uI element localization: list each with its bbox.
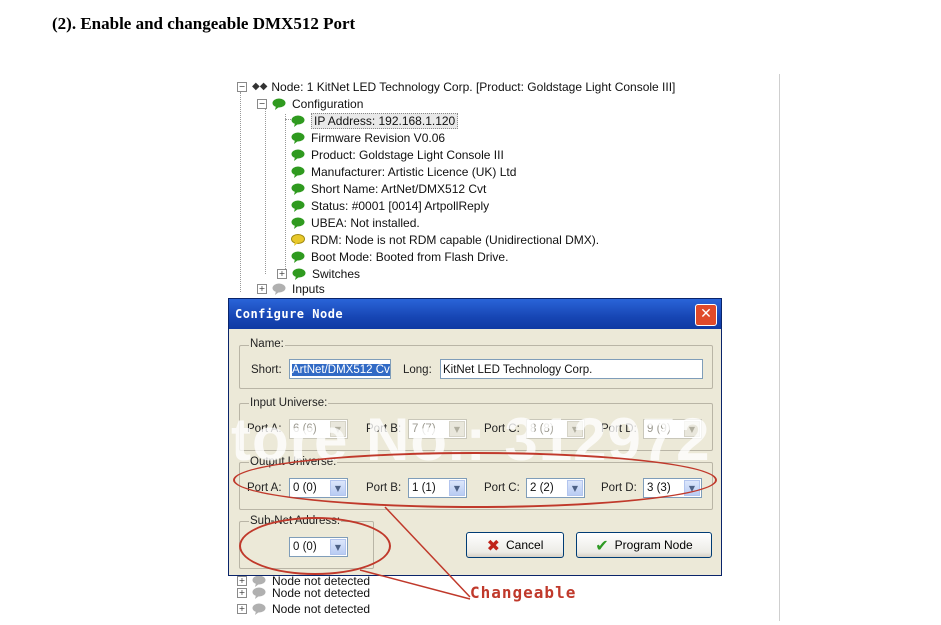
dialog-titlebar[interactable]: Configure Node ✕ [229,299,721,329]
tree-config-item-label: Product: Goldstage Light Console III [311,147,504,162]
dialog-title: Configure Node [235,307,344,321]
tree-config-item-label: Boot Mode: Booted from Flash Drive. [311,249,509,264]
green-bubble-icon [291,217,305,229]
grey-bubble-icon [272,283,286,295]
expand-icon[interactable]: + [237,603,247,614]
tree-configuration-label: Configuration [292,96,364,111]
tree-config-item-label: Status: #0001 [0014] ArtpollReply [311,198,490,213]
green-bubble-icon [291,149,305,161]
green-bubble-icon [291,132,305,144]
subnet-highlight-oval [239,517,391,575]
expand-icon[interactable]: + [237,587,247,598]
tree-config-item-label: Short Name: ArtNet/DMX512 Cvt [311,181,487,196]
tree-node-row[interactable]: − ◆◆ Node: 1 KitNet LED Technology Corp.… [237,78,675,95]
grey-bubble-icon [252,587,266,599]
tree-config-item[interactable]: Product: Goldstage Light Console III [291,146,504,163]
expand-icon[interactable]: + [257,283,267,294]
green-bubble-icon [291,115,305,127]
collapse-icon[interactable]: − [257,98,267,109]
tree-config-item[interactable]: RDM: Node is not RDM capable (Unidirecti… [291,231,599,248]
tree-node-not-detected[interactable]: + Node not detected [237,600,370,617]
expand-icon[interactable]: + [277,268,287,279]
long-name-value: KitNet LED Technology Corp. [443,364,593,376]
tree-config-item[interactable]: Firmware Revision V0.06 [291,129,445,146]
tree-config-item-label: RDM: Node is not RDM capable (Unidirecti… [311,232,600,247]
node-not-detected-label: Node not detected [272,601,371,616]
tree-config-item-label: Manufacturer: Artistic Licence (UK) Ltd [311,164,517,179]
tree-config-item[interactable]: IP Address: 192.168.1.120 [291,112,459,129]
cross-icon: ✖ [486,535,501,555]
tree-node-label: Node: 1 KitNet LED Technology Corp. [Pro… [271,79,676,94]
green-bubble-icon [292,268,306,280]
tree-inputs-label: Inputs [292,281,325,296]
cancel-label: Cancel [506,538,544,552]
grey-bubble-icon [252,603,266,615]
tree-config-item[interactable]: Boot Mode: Booted from Flash Drive. [291,248,508,265]
tree-config-item-label: Firmware Revision V0.06 [311,130,446,145]
green-bubble-icon [291,200,305,212]
long-name-field[interactable]: KitNet LED Technology Corp. [440,359,703,379]
program-node-button[interactable]: ✔ Program Node [576,532,712,558]
tree-inputs-row[interactable]: + Inputs [257,280,325,297]
tree-config-item[interactable]: Short Name: ArtNet/DMX512 Cvt [291,180,486,197]
tree-configuration-row[interactable]: − Configuration [257,95,363,112]
tree-config-item-label: UBEA: Not installed. [311,215,420,230]
tree-config-item-label: Switches [312,266,361,281]
changeable-annotation: Changeable [470,583,577,602]
cancel-button[interactable]: ✖ Cancel [466,532,564,558]
short-name-value: ArtNet/DMX512 Cvt [292,364,391,376]
green-bubble-icon [291,166,305,178]
output-ports-highlight-oval [233,452,717,508]
green-bubble-icon [291,251,305,263]
tree-config-item[interactable]: UBEA: Not installed. [291,214,420,231]
green-bubble-icon [291,183,305,195]
tree-node-not-detected[interactable]: + Node not detected [237,584,370,601]
checkmark-icon: ✔ [595,535,609,555]
tree-config-item-label: IP Address: 192.168.1.120 [311,112,459,129]
yellow-bubble-icon [291,233,305,246]
tree-config-item[interactable]: Manufacturer: Artistic Licence (UK) Ltd [291,163,516,180]
collapse-icon[interactable]: − [237,81,247,92]
short-name-field[interactable]: ArtNet/DMX512 Cvt [289,359,391,379]
page-heading: (2). Enable and changeable DMX512 Port [52,14,356,33]
program-node-label: Program Node [614,538,693,552]
close-button[interactable]: ✕ [695,304,717,326]
tree-config-item[interactable]: Status: #0001 [0014] ArtpollReply [291,197,489,214]
long-label: Long: [403,364,432,376]
node-not-detected-label: Node not detected [272,585,371,600]
green-bubble-icon [272,98,286,110]
node-arrows-icon: ◆◆ [252,81,268,92]
name-group-label: Name: [249,338,285,350]
short-label: Short: [251,364,282,376]
